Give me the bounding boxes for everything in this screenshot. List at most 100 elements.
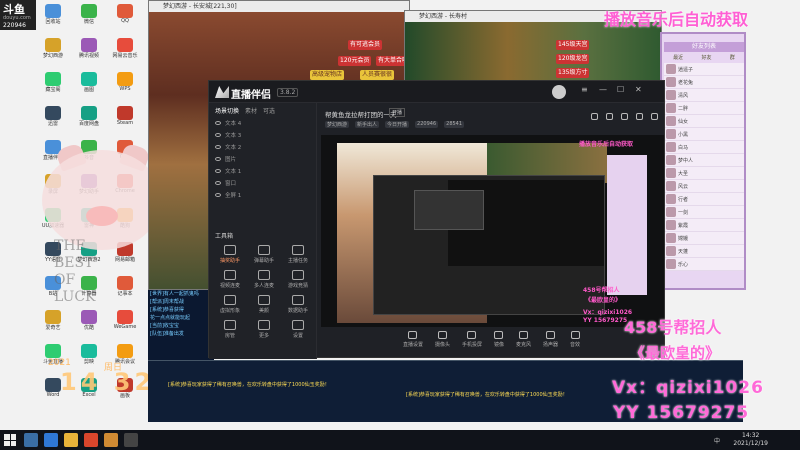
friend-item[interactable]: 天蓬 (664, 245, 744, 258)
desktop-icon[interactable]: 记事本 (108, 276, 142, 306)
friend-item[interactable]: 仙女 (664, 115, 744, 128)
scene-tab[interactable]: 场景切换 (215, 106, 239, 115)
live-preview[interactable]: 播放音乐后自动获取 458号帮招人 《最欧皇的》 Vx：qizixi1026 Y… (321, 135, 664, 327)
friend-panel[interactable]: 好友列表 最近 好友 群 逍遥子 老花兔 清风 二胖 仙女 小黑 白马 梦中人 大圣 风云 行者 一剑… (664, 42, 744, 292)
control-button[interactable]: 音效 (570, 329, 580, 359)
streaming-app-window[interactable]: 直播伴侣 3.8.2 ≡ — ☐ ✕ 场景切换 素材 可选 文本 4 文本 3 文本 2… (208, 80, 666, 359)
close-icon[interactable]: ✕ (635, 85, 642, 94)
desktop-icon[interactable]: 梦幻西游 (36, 38, 70, 68)
tool-button[interactable]: 房管 (213, 320, 247, 339)
scene-tab[interactable]: 素材 (245, 106, 257, 115)
scene-item[interactable]: 文本 1 (209, 165, 316, 177)
start-button[interactable] (4, 434, 16, 446)
search-icon[interactable] (24, 433, 38, 447)
scene-tab[interactable]: 可选 (263, 106, 275, 115)
control-button[interactable]: 镜像 (494, 329, 504, 359)
tool-button[interactable]: 设置 (281, 320, 315, 339)
avatar[interactable] (552, 85, 566, 99)
room-title[interactable]: 帮黄鱼龙拉帮打团的一天 (325, 109, 397, 119)
game-scene-2[interactable] (405, 22, 661, 84)
scene-item[interactable]: 窗口 (209, 177, 316, 189)
friend-item[interactable]: 风云 (664, 180, 744, 193)
tool-button[interactable]: 美颜 (247, 295, 281, 314)
friend-tab[interactable]: 最近 (673, 54, 683, 61)
tool-button[interactable]: 主播任务 (281, 245, 315, 264)
scene-item[interactable]: 全屏 1 (209, 189, 316, 201)
friend-item[interactable]: 梦中人 (664, 154, 744, 167)
edge-icon[interactable] (44, 433, 58, 447)
friend-list[interactable]: 逍遥子 老花兔 清风 二胖 仙女 小黑 白马 梦中人 大圣 风云 行者 一剑 紫霞 嫦娥 天蓬 乐心 (664, 63, 744, 271)
scene-tabs[interactable]: 场景切换 素材 可选 (209, 103, 316, 117)
friend-item[interactable]: 乐心 (664, 258, 744, 271)
control-button[interactable]: 麦克风 (516, 329, 531, 359)
desktop-icon[interactable]: 腾讯视频 (72, 38, 106, 68)
friend-item[interactable]: 小黑 (664, 128, 744, 141)
scene-item[interactable]: 文本 3 (209, 129, 316, 141)
desktop-icon[interactable]: 百度网盘 (72, 106, 106, 136)
minimize-icon[interactable]: — (599, 85, 607, 94)
friend-item[interactable]: 嫦娥 (664, 232, 744, 245)
pin-icon[interactable] (591, 113, 598, 120)
settings-icon[interactable] (651, 113, 658, 120)
tool-button[interactable]: 更多 (247, 320, 281, 339)
scene-item[interactable]: 图片 (209, 153, 316, 165)
bell-icon[interactable] (636, 113, 643, 120)
tool-button[interactable]: 游戏竞猜 (281, 270, 315, 289)
lock-icon[interactable] (606, 113, 613, 120)
eye-icon[interactable] (215, 181, 221, 185)
friend-tab[interactable]: 好友 (701, 54, 711, 61)
stream-app-icon[interactable] (124, 433, 138, 447)
desktop-icon[interactable]: 爱奇艺 (36, 310, 70, 340)
tool-button[interactable]: 抽奖助手 (213, 245, 247, 264)
friend-item[interactable]: 清风 (664, 89, 744, 102)
desktop-icon[interactable]: WPS (108, 72, 142, 102)
tool-button[interactable]: 弹幕助手 (247, 245, 281, 264)
taskbar-clock[interactable]: 14:32 2021/12/19 (733, 432, 768, 448)
desktop-icon[interactable]: Steam (108, 106, 142, 136)
eye-icon[interactable] (215, 157, 221, 161)
desktop-icon[interactable]: 优酷 (72, 310, 106, 340)
scene-list[interactable]: 文本 4 文本 3 文本 2 图片 文本 1 窗口 全屏 1 (209, 117, 316, 201)
desktop-icon[interactable]: 迅雷 (36, 106, 70, 136)
friend-item[interactable]: 逍遥子 (664, 63, 744, 76)
desktop-icon[interactable]: 藏宝阁 (36, 72, 70, 102)
tool-button[interactable]: 虚拟形象 (213, 295, 247, 314)
tool-button[interactable]: 视频连麦 (213, 270, 247, 289)
desktop-icon[interactable]: WeGame (108, 310, 142, 340)
eye-icon[interactable] (215, 145, 221, 149)
friend-item[interactable]: 老花兔 (664, 76, 744, 89)
toolbox-grid[interactable]: 抽奖助手 弹幕助手 主播任务视频连麦 多人连麦 游戏竞猜虚拟形象 美颜 数据助手房管 更多 设置 (213, 245, 315, 339)
tool-button[interactable]: 多人连麦 (247, 270, 281, 289)
friend-tab[interactable]: 群 (730, 54, 735, 61)
eye-icon[interactable] (215, 121, 221, 125)
friend-tabs[interactable]: 最近 好友 群 (664, 52, 744, 63)
folder-icon[interactable] (64, 433, 78, 447)
eye-icon[interactable] (215, 169, 221, 173)
eye-icon[interactable] (215, 193, 221, 197)
desktop-icon[interactable]: 微信 (72, 4, 106, 34)
friend-item[interactable]: 一剑 (664, 206, 744, 219)
control-button[interactable]: 直播设置 (403, 329, 423, 359)
friend-item[interactable]: 二胖 (664, 102, 744, 115)
maximize-icon[interactable]: ☐ (617, 85, 624, 94)
desktop-icon[interactable]: QQ (108, 4, 142, 34)
eye-icon[interactable] (215, 133, 221, 137)
desktop-icon[interactable]: 回收站 (36, 4, 70, 34)
control-button[interactable]: 扬声器 (543, 329, 558, 359)
tool-button[interactable]: 数据助手 (281, 295, 315, 314)
scene-item[interactable]: 文本 4 (209, 117, 316, 129)
desktop-icon[interactable]: 画图 (72, 72, 106, 102)
desktop-icon[interactable]: 网易云音乐 (108, 38, 142, 68)
top-icons[interactable] (591, 113, 658, 120)
menu-icon[interactable]: ≡ (581, 85, 588, 94)
control-button[interactable]: 摄像头 (435, 329, 450, 359)
scene-item[interactable]: 文本 2 (209, 141, 316, 153)
game-app-icon[interactable] (104, 433, 118, 447)
friend-item[interactable]: 大圣 (664, 167, 744, 180)
tray-ime[interactable]: 中 (714, 436, 720, 445)
douyu-app-icon[interactable] (84, 433, 98, 447)
control-button[interactable]: 手机投屏 (462, 329, 482, 359)
friend-item[interactable]: 紫霞 (664, 219, 744, 232)
control-bar[interactable]: 直播设置 摄像头 手机投屏 镜像 麦克风 扬声器 音效 (317, 329, 666, 359)
friend-item[interactable]: 行者 (664, 193, 744, 206)
